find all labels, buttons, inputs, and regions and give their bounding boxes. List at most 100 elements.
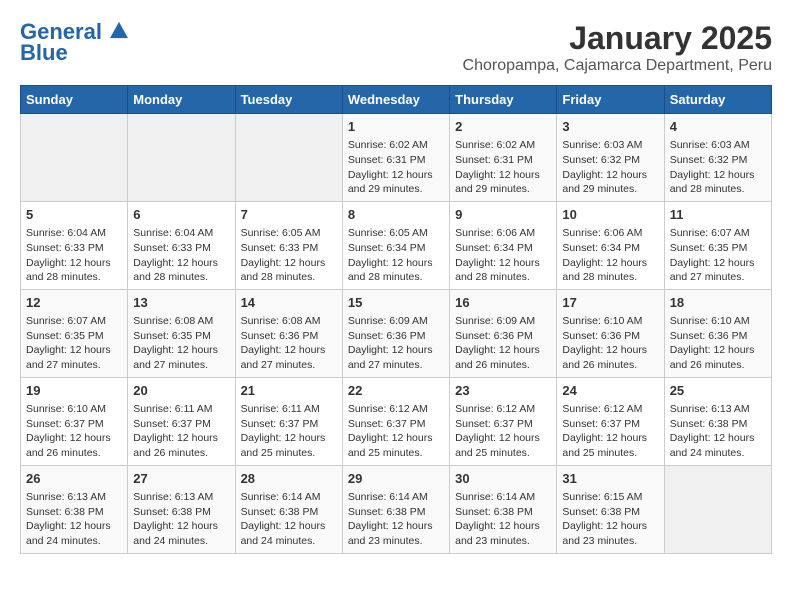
day-number: 9 — [455, 206, 551, 224]
day-cell: 17Sunrise: 6:10 AMSunset: 6:36 PMDayligh… — [557, 289, 664, 377]
day-cell — [664, 465, 771, 553]
day-cell — [128, 114, 235, 202]
day-number: 8 — [348, 206, 444, 224]
day-cell: 28 Sunrise: 6:14 AMSunset: 6:38 PMDayligh… — [235, 465, 342, 553]
day-cell: 4 Sunrise: 6:03 AMSunset: 6:32 PMDaylight… — [664, 114, 771, 202]
day-number: 6 — [133, 206, 229, 224]
day-info: Sunrise: 6:08 AMSunset: 6:35 PMDaylight:… — [133, 314, 229, 373]
week-row-2: 12Sunrise: 6:07 AMSunset: 6:35 PMDayligh… — [21, 289, 772, 377]
day-info: Sunrise: 6:13 AMSunset: 6:38 PMDaylight:… — [26, 490, 122, 549]
day-info: Sunrise: 6:14 AMSunset: 6:38 PMDaylight:… — [241, 490, 337, 549]
day-cell: 3 Sunrise: 6:03 AMSunset: 6:32 PMDaylight… — [557, 114, 664, 202]
day-cell — [235, 114, 342, 202]
day-cell: 24 Sunrise: 6:12 AMSunset: 6:37 PMDayligh… — [557, 377, 664, 465]
day-info: Sunrise: 6:11 AMSunset: 6:37 PMDaylight:… — [133, 402, 229, 461]
week-row-1: 5 Sunrise: 6:04 AMSunset: 6:33 PMDaylight… — [21, 201, 772, 289]
day-cell: 26Sunrise: 6:13 AMSunset: 6:38 PMDayligh… — [21, 465, 128, 553]
day-cell: 27 Sunrise: 6:13 AMSunset: 6:38 PMDayligh… — [128, 465, 235, 553]
day-number: 4 — [670, 118, 766, 136]
day-info: Sunrise: 6:14 AMSunset: 6:38 PMDaylight:… — [455, 490, 551, 549]
day-number: 3 — [562, 118, 658, 136]
day-cell: 29 Sunrise: 6:14 AMSunset: 6:38 PMDayligh… — [342, 465, 449, 553]
day-info: Sunrise: 6:06 AMSunset: 6:34 PMDaylight:… — [562, 226, 658, 285]
day-cell: 13Sunrise: 6:08 AMSunset: 6:35 PMDayligh… — [128, 289, 235, 377]
day-info: Sunrise: 6:11 AMSunset: 6:37 PMDaylight:… — [241, 402, 337, 461]
day-cell: 10 Sunrise: 6:06 AMSunset: 6:34 PMDayligh… — [557, 201, 664, 289]
day-number: 24 — [562, 382, 658, 400]
day-cell — [21, 114, 128, 202]
day-number: 1 — [348, 118, 444, 136]
day-number: 18 — [670, 294, 766, 312]
day-info: Sunrise: 6:12 AMSunset: 6:37 PMDaylight:… — [348, 402, 444, 461]
week-row-0: 1 Sunrise: 6:02 AMSunset: 6:31 PMDaylight… — [21, 114, 772, 202]
day-info: Sunrise: 6:13 AMSunset: 6:38 PMDaylight:… — [133, 490, 229, 549]
day-cell: 2 Sunrise: 6:02 AMSunset: 6:31 PMDaylight… — [450, 114, 557, 202]
day-cell: 31 Sunrise: 6:15 AMSunset: 6:38 PMDayligh… — [557, 465, 664, 553]
day-number: 30 — [455, 470, 551, 488]
day-info: Sunrise: 6:09 AMSunset: 6:36 PMDaylight:… — [348, 314, 444, 373]
day-info: Sunrise: 6:10 AMSunset: 6:37 PMDaylight:… — [26, 402, 122, 461]
header-tuesday: Tuesday — [235, 86, 342, 114]
day-cell: 12Sunrise: 6:07 AMSunset: 6:35 PMDayligh… — [21, 289, 128, 377]
day-cell: 15 Sunrise: 6:09 AMSunset: 6:36 PMDayligh… — [342, 289, 449, 377]
day-number: 15 — [348, 294, 444, 312]
day-number: 10 — [562, 206, 658, 224]
day-info: Sunrise: 6:12 AMSunset: 6:37 PMDaylight:… — [562, 402, 658, 461]
header-saturday: Saturday — [664, 86, 771, 114]
day-number: 19 — [26, 382, 122, 400]
day-cell: 16 Sunrise: 6:09 AMSunset: 6:36 PMDayligh… — [450, 289, 557, 377]
page-header: General Blue January 2025 Choropampa, Ca… — [20, 20, 772, 75]
day-number: 29 — [348, 470, 444, 488]
header-thursday: Thursday — [450, 86, 557, 114]
day-number: 31 — [562, 470, 658, 488]
week-row-3: 19 Sunrise: 6:10 AMSunset: 6:37 PMDayligh… — [21, 377, 772, 465]
day-info: Sunrise: 6:02 AMSunset: 6:31 PMDaylight:… — [455, 138, 551, 197]
day-info: Sunrise: 6:03 AMSunset: 6:32 PMDaylight:… — [670, 138, 766, 197]
day-cell: 7Sunrise: 6:05 AMSunset: 6:33 PMDaylight… — [235, 201, 342, 289]
day-info: Sunrise: 6:07 AMSunset: 6:35 PMDaylight:… — [26, 314, 122, 373]
day-info: Sunrise: 6:09 AMSunset: 6:36 PMDaylight:… — [455, 314, 551, 373]
day-number: 22 — [348, 382, 444, 400]
day-number: 28 — [241, 470, 337, 488]
day-info: Sunrise: 6:04 AMSunset: 6:33 PMDaylight:… — [26, 226, 122, 285]
day-cell: 14Sunrise: 6:08 AMSunset: 6:36 PMDayligh… — [235, 289, 342, 377]
title-block: January 2025 Choropampa, Cajamarca Depar… — [463, 20, 772, 75]
day-info: Sunrise: 6:05 AMSunset: 6:34 PMDaylight:… — [348, 226, 444, 285]
day-info: Sunrise: 6:06 AMSunset: 6:34 PMDaylight:… — [455, 226, 551, 285]
day-number: 20 — [133, 382, 229, 400]
header-monday: Monday — [128, 86, 235, 114]
day-cell: 18 Sunrise: 6:10 AMSunset: 6:36 PMDayligh… — [664, 289, 771, 377]
day-cell: 11Sunrise: 6:07 AMSunset: 6:35 PMDayligh… — [664, 201, 771, 289]
day-number: 5 — [26, 206, 122, 224]
day-info: Sunrise: 6:10 AMSunset: 6:36 PMDaylight:… — [562, 314, 658, 373]
month-title: January 2025 — [463, 20, 772, 57]
day-info: Sunrise: 6:10 AMSunset: 6:36 PMDaylight:… — [670, 314, 766, 373]
week-row-4: 26Sunrise: 6:13 AMSunset: 6:38 PMDayligh… — [21, 465, 772, 553]
header-sunday: Sunday — [21, 86, 128, 114]
day-info: Sunrise: 6:03 AMSunset: 6:32 PMDaylight:… — [562, 138, 658, 197]
day-cell: 6Sunrise: 6:04 AMSunset: 6:33 PMDaylight… — [128, 201, 235, 289]
day-cell: 5 Sunrise: 6:04 AMSunset: 6:33 PMDaylight… — [21, 201, 128, 289]
day-cell: 22 Sunrise: 6:12 AMSunset: 6:37 PMDayligh… — [342, 377, 449, 465]
location-subtitle: Choropampa, Cajamarca Department, Peru — [463, 57, 772, 75]
day-number: 27 — [133, 470, 229, 488]
day-cell: 25Sunrise: 6:13 AMSunset: 6:38 PMDayligh… — [664, 377, 771, 465]
calendar-header-row: SundayMondayTuesdayWednesdayThursdayFrid… — [21, 86, 772, 114]
day-cell: 23 Sunrise: 6:12 AMSunset: 6:37 PMDayligh… — [450, 377, 557, 465]
header-friday: Friday — [557, 86, 664, 114]
day-info: Sunrise: 6:12 AMSunset: 6:37 PMDaylight:… — [455, 402, 551, 461]
day-info: Sunrise: 6:14 AMSunset: 6:38 PMDaylight:… — [348, 490, 444, 549]
logo-icon — [110, 21, 128, 39]
day-number: 23 — [455, 382, 551, 400]
day-number: 14 — [241, 294, 337, 312]
day-cell: 20 Sunrise: 6:11 AMSunset: 6:37 PMDayligh… — [128, 377, 235, 465]
day-number: 21 — [241, 382, 337, 400]
day-cell: 1Sunrise: 6:02 AMSunset: 6:31 PMDaylight… — [342, 114, 449, 202]
day-number: 2 — [455, 118, 551, 136]
header-wednesday: Wednesday — [342, 86, 449, 114]
day-info: Sunrise: 6:07 AMSunset: 6:35 PMDaylight:… — [670, 226, 766, 285]
day-number: 7 — [241, 206, 337, 224]
day-info: Sunrise: 6:15 AMSunset: 6:38 PMDaylight:… — [562, 490, 658, 549]
calendar-table: SundayMondayTuesdayWednesdayThursdayFrid… — [20, 85, 772, 554]
day-number: 16 — [455, 294, 551, 312]
